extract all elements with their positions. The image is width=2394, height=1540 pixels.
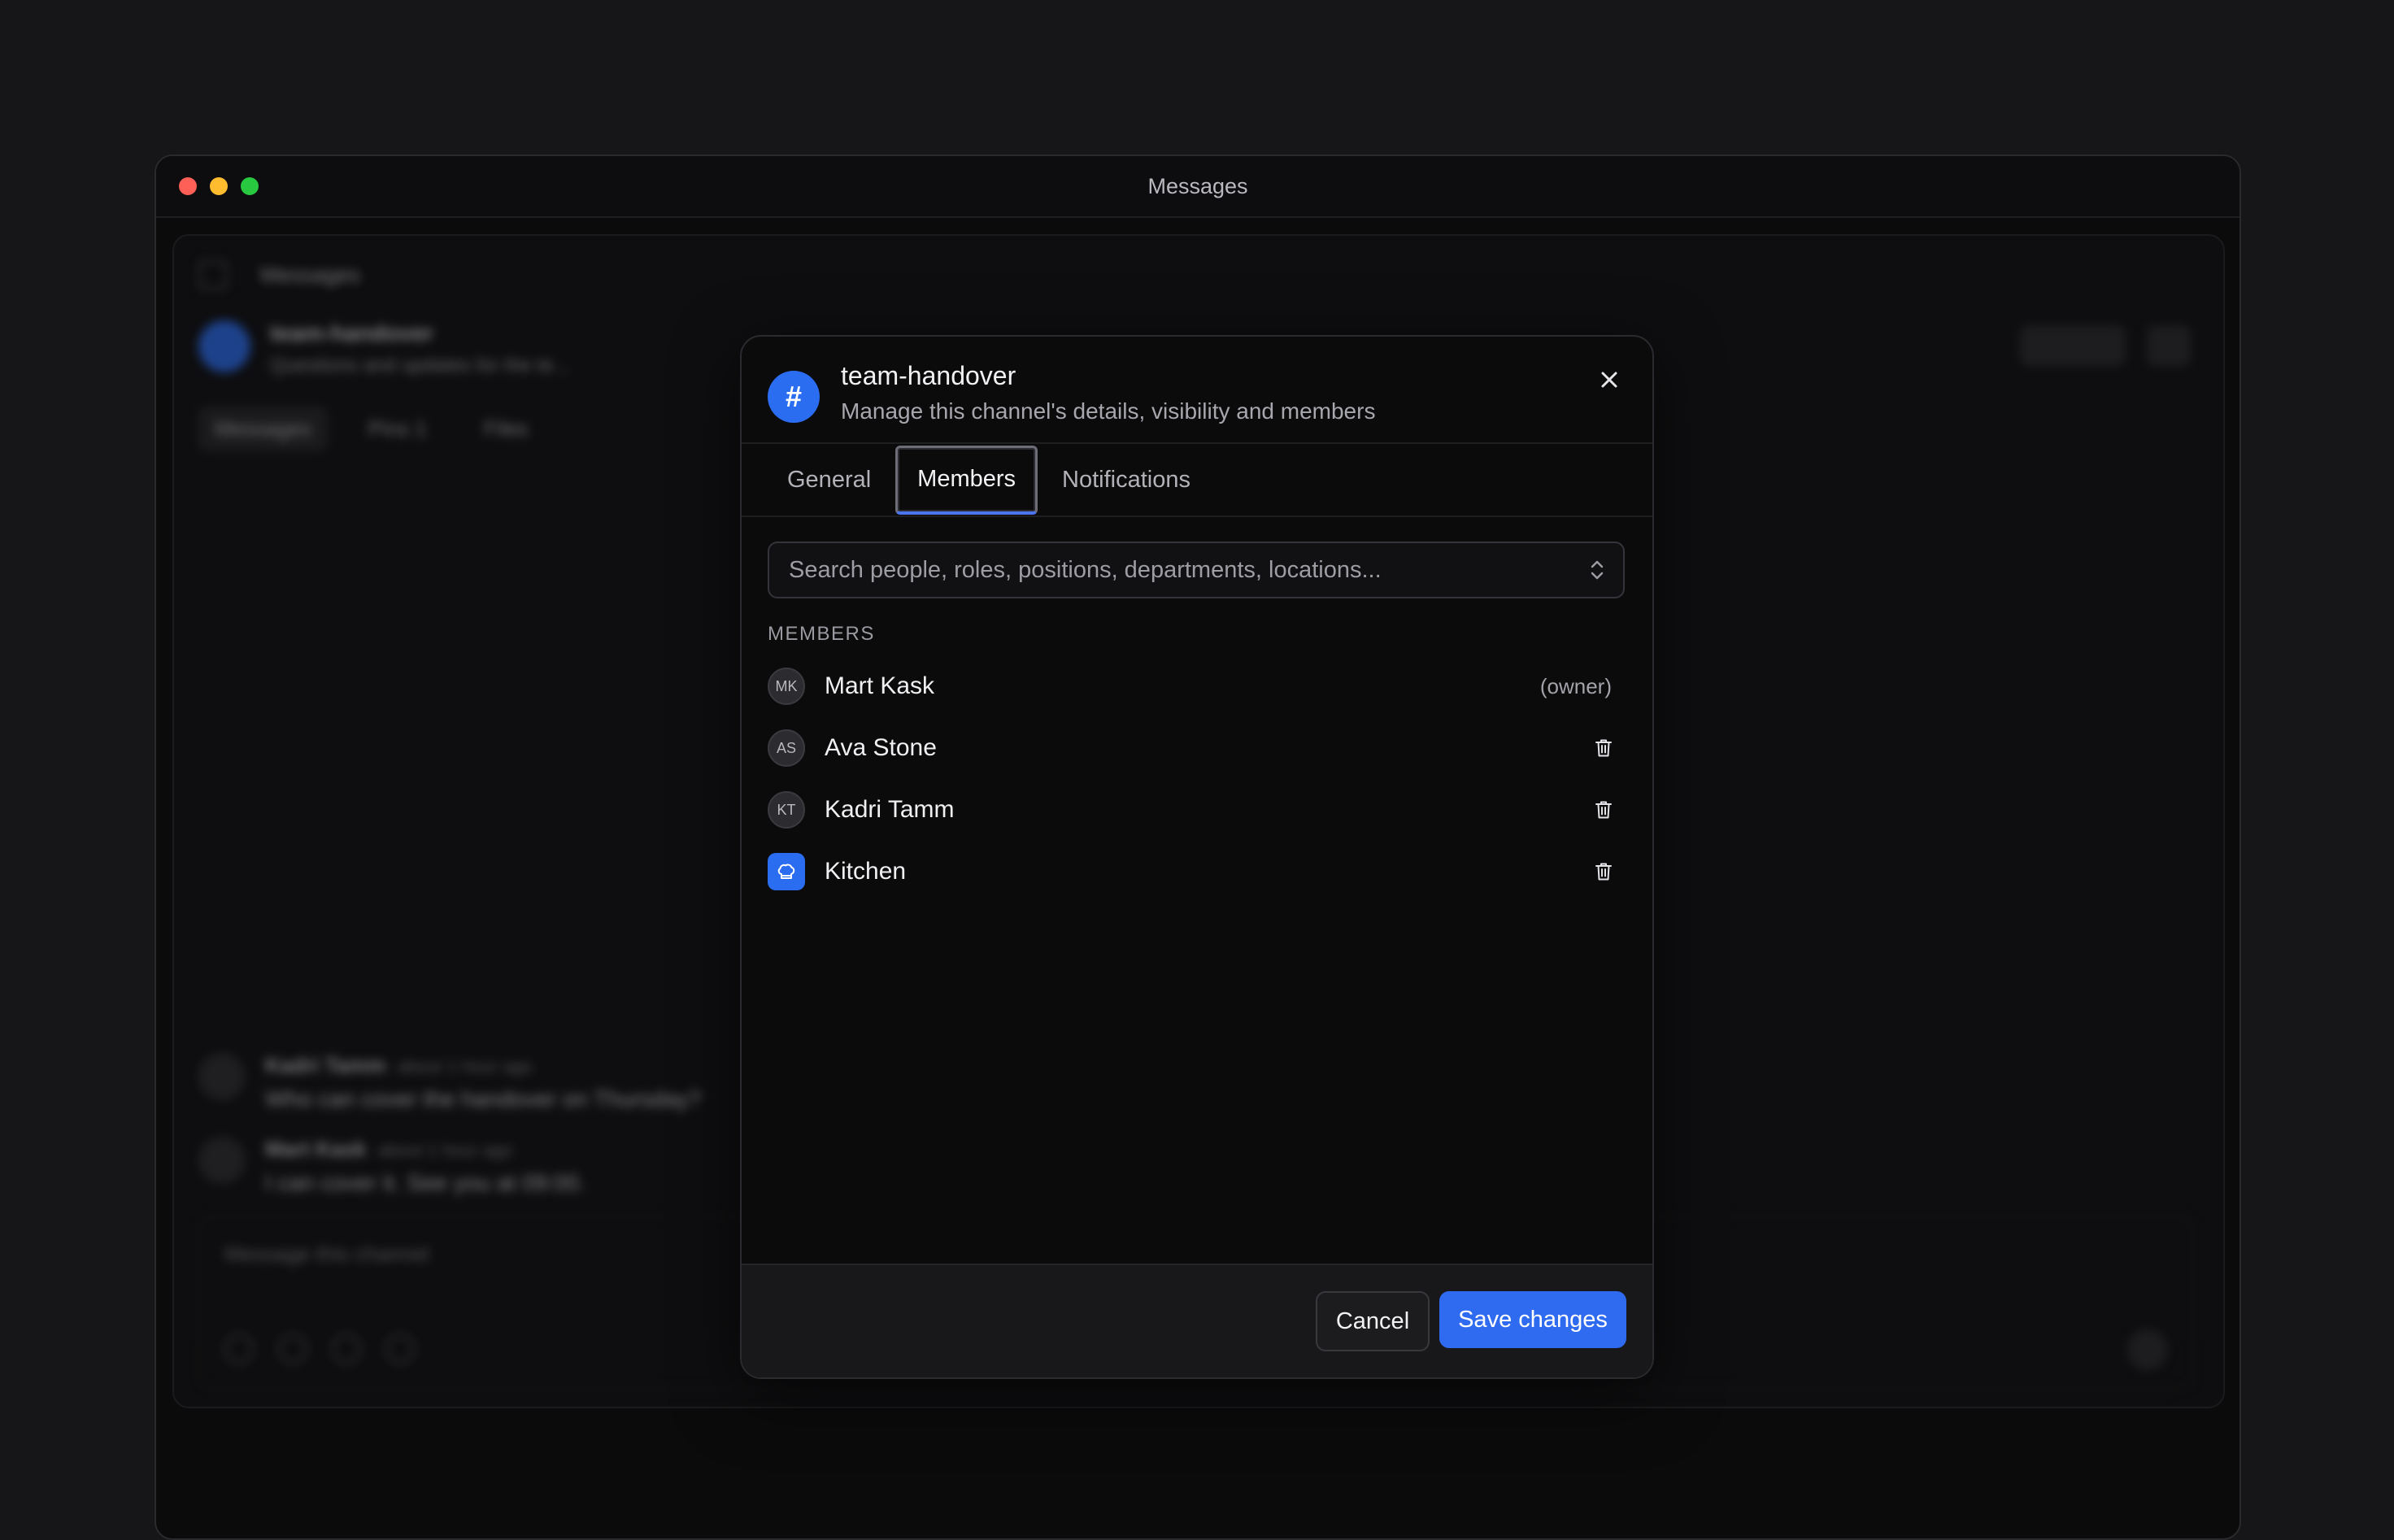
channel-settings-dialog: # team-handover Manage this channel's de…: [740, 335, 1654, 1379]
avatar: [198, 1053, 246, 1100]
tab-messages: Messages: [198, 407, 328, 451]
member-name: Kitchen: [825, 858, 907, 885]
title-bar: Messages: [156, 156, 2239, 218]
chef-hat-icon: [768, 853, 805, 890]
message-item: Kadri Tamm about 1 hour ago Who can cover…: [198, 1053, 701, 1112]
avatar: KT: [768, 791, 805, 829]
send-icon: [2127, 1329, 2168, 1370]
search-input[interactable]: [787, 555, 1589, 585]
message-item: Mart Kask about 1 hour ago I can cover it…: [198, 1137, 585, 1196]
trash-icon[interactable]: [1587, 732, 1620, 764]
channel-description: Questions and updates for the te...: [270, 355, 570, 376]
hash-icon: #: [768, 371, 820, 423]
breadcrumb: Messages: [260, 262, 361, 287]
dialog-subtitle: Manage this channel's details, visibilit…: [841, 398, 1376, 424]
composer-placeholder: Message this channel: [224, 1242, 429, 1266]
dialog-footer: Cancel Save changes: [742, 1264, 1652, 1377]
member-search[interactable]: [768, 542, 1625, 598]
dialog-title: team-handover: [841, 361, 1016, 390]
member-name: Ava Stone: [825, 734, 937, 761]
mention-icon: [385, 1334, 415, 1364]
tab-files: Files: [483, 416, 529, 441]
list-item: MK Mart Kask (owner): [768, 655, 1625, 717]
list-item: KT Kadri Tamm: [768, 779, 1625, 841]
message-time: about 1 hour ago: [397, 1056, 533, 1077]
message-author: Mart Kask: [265, 1137, 367, 1161]
sidebar-toggle-icon: [198, 260, 228, 289]
tab-notifications[interactable]: Notifications: [1042, 455, 1210, 505]
dialog-tabs: General Members Notifications: [742, 444, 1652, 517]
avatar: MK: [768, 668, 805, 705]
trash-icon[interactable]: [1587, 855, 1620, 888]
members-button: [2020, 325, 2126, 366]
cancel-button[interactable]: Cancel: [1316, 1291, 1430, 1351]
save-button[interactable]: Save changes: [1439, 1291, 1626, 1348]
message-author: Kadri Tamm: [265, 1053, 386, 1077]
message-text: Who can cover the handover on Thursday?: [265, 1086, 702, 1111]
list-item: Kitchen: [768, 841, 1625, 903]
channel-name: team-handover: [270, 320, 433, 346]
dialog-header: # team-handover Manage this channel's de…: [742, 337, 1652, 444]
more-button: [2147, 325, 2191, 366]
members-list: MK Mart Kask (owner) AS Ava Stone KT Kad…: [768, 655, 1625, 903]
message-time: about 1 hour ago: [377, 1140, 513, 1160]
minimize-window-button[interactable]: [210, 177, 228, 195]
maximize-window-button[interactable]: [241, 177, 259, 195]
owner-badge: (owner): [1539, 673, 1612, 698]
tab-pins: Pins 1: [368, 416, 427, 441]
members-section-label: MEMBERS: [768, 623, 875, 645]
trash-icon[interactable]: [1587, 794, 1620, 826]
window-controls: [179, 177, 259, 195]
emoji-icon: [332, 1334, 361, 1364]
close-icon[interactable]: [1591, 361, 1628, 398]
close-window-button[interactable]: [179, 177, 197, 195]
member-name: Mart Kask: [825, 672, 935, 699]
tab-members[interactable]: Members: [895, 445, 1038, 515]
avatar: [198, 1137, 246, 1184]
list-item: AS Ava Stone: [768, 717, 1625, 779]
member-name: Kadri Tamm: [825, 796, 955, 823]
tab-general[interactable]: General: [768, 455, 890, 505]
window-title: Messages: [1147, 173, 1248, 198]
channel-avatar: [198, 320, 250, 372]
plus-icon: [224, 1334, 254, 1364]
chevron-up-down-icon[interactable]: [1589, 558, 1605, 582]
text-format-icon: [278, 1334, 307, 1364]
message-text: I can cover it. See you at 09:00.: [265, 1170, 585, 1195]
avatar: AS: [768, 729, 805, 767]
